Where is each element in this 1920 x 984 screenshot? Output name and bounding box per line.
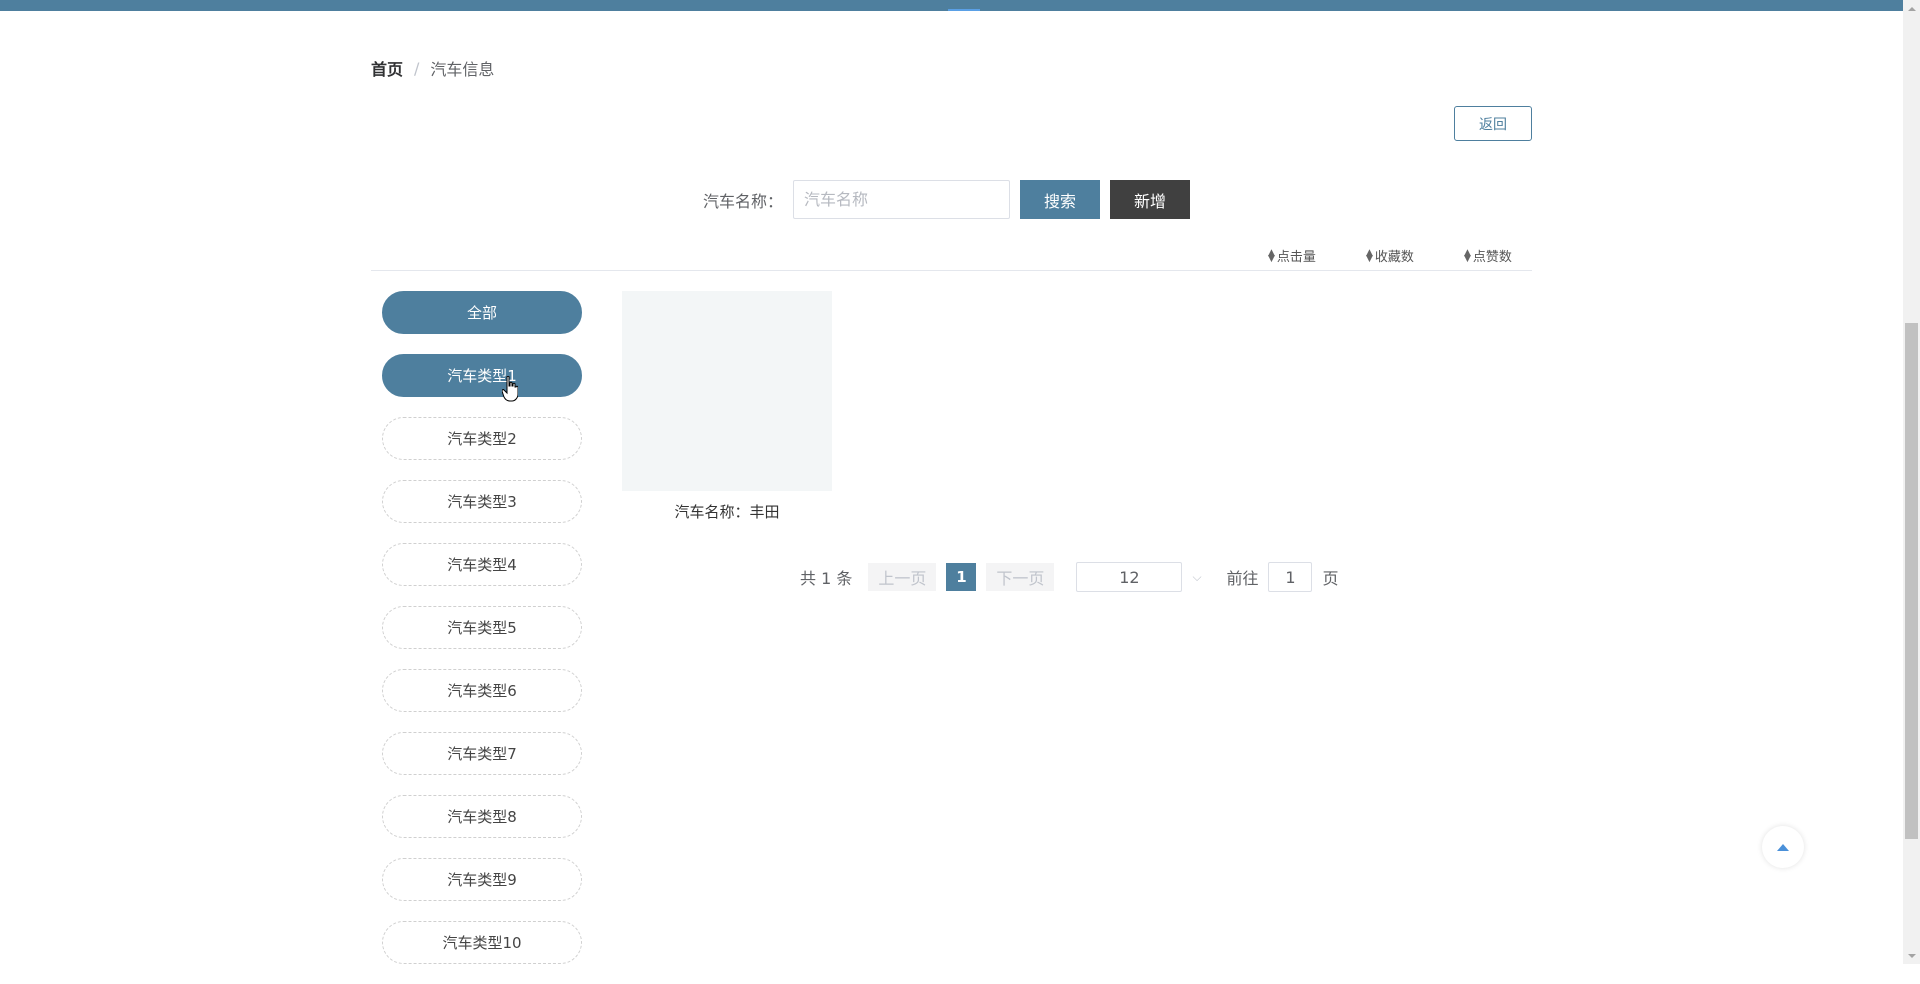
- sort-icon: ▲ ▼: [1366, 247, 1373, 264]
- prev-page-button[interactable]: 上一页: [868, 563, 937, 591]
- chevron-down-icon: ⌵: [1192, 569, 1202, 584]
- page-scrollbar[interactable]: [1903, 0, 1920, 964]
- car-name-label: 汽车名称：: [674, 503, 750, 521]
- goto-suffix: 页: [1322, 569, 1339, 588]
- category-type-10[interactable]: 汽车类型10: [382, 921, 582, 964]
- search-label: 汽车名称：: [702, 191, 783, 211]
- pagination: 共 1 条 上一页 1 下一页 12 ⌵ 前往 页: [800, 562, 1338, 592]
- category-type-7[interactable]: 汽车类型7: [382, 732, 582, 775]
- goto-label: 前往: [1226, 569, 1259, 588]
- top-bar: [0, 0, 1920, 11]
- search-button[interactable]: 搜索: [1020, 180, 1100, 219]
- breadcrumb-current: 汽车信息: [430, 60, 495, 79]
- sort-by-clicks[interactable]: ▲ ▼ 点击量: [1268, 246, 1316, 265]
- breadcrumb-separator: /: [414, 58, 420, 78]
- sort-label: 点击量: [1276, 250, 1316, 265]
- category-type-5[interactable]: 汽车类型5: [382, 606, 582, 649]
- scroll-down-arrow[interactable]: [1903, 947, 1920, 964]
- search-input[interactable]: [793, 180, 1010, 219]
- category-type-1[interactable]: 汽车类型1: [382, 354, 582, 397]
- sort-by-favorites[interactable]: ▲ ▼ 收藏数: [1366, 246, 1414, 265]
- category-type-8[interactable]: 汽车类型8: [382, 795, 582, 838]
- scrollbar-thumb[interactable]: [1905, 323, 1918, 839]
- sort-icon: ▲ ▼: [1464, 247, 1471, 264]
- category-type-4[interactable]: 汽车类型4: [382, 543, 582, 586]
- category-all[interactable]: 全部: [382, 291, 582, 334]
- category-type-3[interactable]: 汽车类型3: [382, 480, 582, 523]
- breadcrumb-home[interactable]: 首页: [371, 56, 403, 80]
- category-list: 全部 汽车类型1 汽车类型2 汽车类型3 汽车类型4 汽车类型5 汽车类型6 汽…: [382, 291, 582, 984]
- category-type-2[interactable]: 汽车类型2: [382, 417, 582, 460]
- car-name-value: 丰田: [749, 503, 780, 521]
- sort-icon: ▲ ▼: [1268, 247, 1275, 264]
- category-type-9[interactable]: 汽车类型9: [382, 858, 582, 901]
- page-number-current[interactable]: 1: [946, 563, 977, 591]
- sort-bar: ▲ ▼ 点击量 ▲ ▼ 收藏数 ▲ ▼ 点赞数: [371, 240, 1532, 271]
- sort-by-likes[interactable]: ▲ ▼ 点赞数: [1464, 246, 1512, 265]
- pagination-total: 共 1 条: [800, 565, 852, 589]
- add-button[interactable]: 新增: [1110, 180, 1190, 219]
- scroll-up-icon: [1907, 6, 1916, 11]
- breadcrumb: 首页 / 汽车信息: [371, 56, 494, 80]
- back-to-top-button[interactable]: [1762, 826, 1804, 868]
- scroll-up-arrow[interactable]: [1903, 0, 1920, 17]
- pagination-total-count: 1: [821, 569, 832, 588]
- page-size-select[interactable]: 12 ⌵: [1076, 562, 1206, 592]
- caret-up-icon: [1777, 843, 1789, 851]
- top-bar-indicator: [948, 9, 980, 11]
- pagination-total-suffix: 条: [836, 569, 853, 588]
- search-bar: 汽车名称： 搜索 新增: [700, 180, 1190, 219]
- car-image[interactable]: [622, 291, 832, 491]
- goto-page-input[interactable]: [1268, 562, 1313, 592]
- hand-cursor-icon: [502, 376, 518, 402]
- pagination-total-prefix: 共: [800, 569, 817, 588]
- page-size-value[interactable]: 12: [1076, 562, 1183, 592]
- car-card[interactable]: 汽车名称：丰田: [622, 291, 832, 522]
- scroll-down-icon: [1907, 953, 1916, 958]
- back-button[interactable]: 返回: [1454, 106, 1532, 141]
- car-title: 汽车名称：丰田: [622, 501, 832, 522]
- category-type-6[interactable]: 汽车类型6: [382, 669, 582, 712]
- sort-label: 点赞数: [1472, 250, 1512, 265]
- next-page-button[interactable]: 下一页: [986, 563, 1055, 591]
- sort-label: 收藏数: [1374, 250, 1414, 265]
